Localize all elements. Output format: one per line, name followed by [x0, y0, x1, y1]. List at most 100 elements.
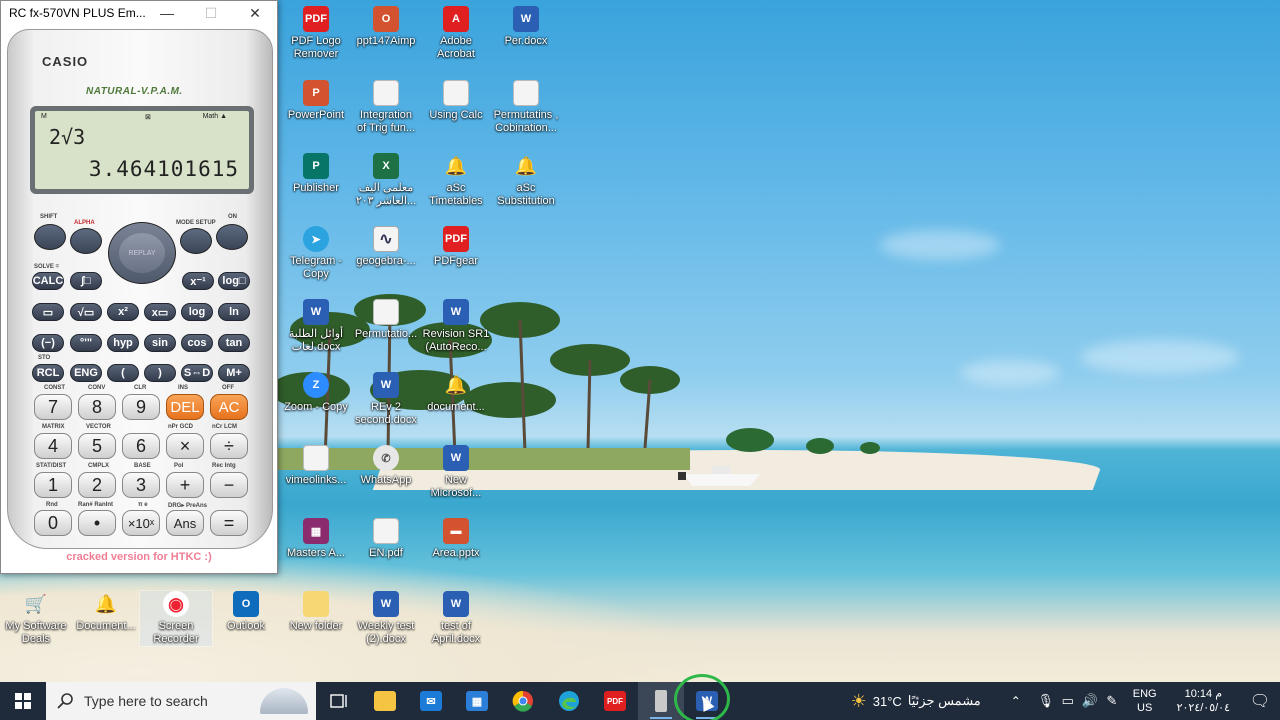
- desktop-icon[interactable]: New folder: [280, 591, 352, 633]
- logbase-button[interactable]: log□: [218, 272, 250, 290]
- key-7[interactable]: 7: [34, 394, 72, 420]
- desktop-icon[interactable]: PDF PDF Logo Remover: [280, 6, 352, 61]
- taskbar-pdfgear[interactable]: PDF: [592, 682, 638, 720]
- desktop-icon[interactable]: 🔔 Document...: [70, 591, 142, 633]
- tan-button[interactable]: tan: [218, 334, 250, 352]
- left-paren-button[interactable]: (: [107, 364, 139, 382]
- desktop-icon[interactable]: 🔔 aSc Timetables: [420, 153, 492, 208]
- key-9[interactable]: 9: [122, 394, 160, 420]
- ln-button[interactable]: ln: [218, 303, 250, 321]
- taskbar-edge[interactable]: [546, 682, 592, 720]
- cos-button[interactable]: cos: [181, 334, 213, 352]
- desktop-icon[interactable]: ➤ Telegram - Copy: [280, 226, 352, 281]
- desktop-icon[interactable]: P Publisher: [280, 153, 352, 195]
- key-1[interactable]: 1: [34, 472, 72, 498]
- desktop-icon[interactable]: O Outlook: [210, 591, 282, 633]
- power-button[interactable]: x▭: [144, 303, 176, 321]
- desktop-icon[interactable]: X معلمی الیف العاشر ٢٠٣...: [350, 153, 422, 208]
- mode-button[interactable]: [180, 228, 212, 254]
- desktop-icon[interactable]: EN.pdf: [350, 518, 422, 560]
- desktop-icon[interactable]: W أوائل الطلبة لغات.docx: [280, 299, 352, 354]
- weather-widget[interactable]: ☀ 31°C مشمس جزئيًا: [851, 691, 981, 712]
- key-8[interactable]: 8: [78, 394, 116, 420]
- desktop-icon[interactable]: A Adobe Acrobat: [420, 6, 492, 61]
- calculator-window[interactable]: RC fx-570VN PLUS Em... — ☐ ✕ CASIO NATUR…: [0, 0, 278, 574]
- desktop-icon[interactable]: W REv 2 second.docx: [350, 372, 422, 427]
- calculator-titlebar[interactable]: RC fx-570VN PLUS Em... — ☐ ✕: [1, 1, 277, 25]
- search-input[interactable]: [84, 693, 254, 709]
- desktop-icon[interactable]: W Weekly test (2).docx: [350, 591, 422, 646]
- speaker-icon[interactable]: 🔊: [1079, 693, 1101, 709]
- desktop-icon[interactable]: vimeolinks...: [280, 445, 352, 487]
- desktop-icon[interactable]: Using Calc: [420, 80, 492, 122]
- ans-button[interactable]: Ans: [166, 510, 204, 536]
- key-6[interactable]: 6: [122, 433, 160, 459]
- desktop-icon[interactable]: ✆ WhatsApp: [350, 445, 422, 487]
- notification-icon[interactable]: 🗨: [1240, 691, 1280, 711]
- desktop-icon[interactable]: ▬ Area.pptx: [420, 518, 492, 560]
- start-button[interactable]: [0, 682, 46, 720]
- shift-button[interactable]: [34, 224, 66, 250]
- show-hidden-icons-icon[interactable]: ⌃: [1005, 694, 1027, 708]
- desktop-icon[interactable]: Integration of Trig fun...: [350, 80, 422, 135]
- minimize-button[interactable]: —: [145, 1, 189, 25]
- desktop-icon[interactable]: 🔔 document...: [420, 372, 492, 414]
- taskbar-mail[interactable]: ✉: [408, 682, 454, 720]
- add-button[interactable]: +: [166, 472, 204, 498]
- mplus-button[interactable]: M+: [218, 364, 250, 382]
- key-2[interactable]: 2: [78, 472, 116, 498]
- key-0[interactable]: 0: [34, 510, 72, 536]
- degree-button[interactable]: °'": [70, 334, 102, 352]
- integral-button[interactable]: ∫□: [70, 272, 102, 290]
- key-5[interactable]: 5: [78, 433, 116, 459]
- clock[interactable]: 10:14 م ٢٠٢٤/٠٥/٠٤: [1177, 687, 1230, 715]
- taskbar-store[interactable]: ▦: [454, 682, 500, 720]
- desktop-icon[interactable]: PDF PDFgear: [420, 226, 492, 268]
- right-paren-button[interactable]: ): [144, 364, 176, 382]
- close-button[interactable]: ✕: [233, 1, 277, 25]
- desktop-icon[interactable]: ∿ geogebra-...: [350, 226, 422, 268]
- subtract-button[interactable]: −: [210, 472, 248, 498]
- taskbar-search[interactable]: [46, 682, 316, 720]
- desktop-icon[interactable]: ◉ Screen Recorder: [139, 590, 213, 647]
- desktop-icon[interactable]: 🛒 My Software Deals: [0, 591, 72, 646]
- log-button[interactable]: log: [181, 303, 213, 321]
- taskbar-chrome[interactable]: [500, 682, 546, 720]
- pen-icon[interactable]: ✎: [1101, 693, 1123, 709]
- hyp-button[interactable]: hyp: [107, 334, 139, 352]
- rcl-button[interactable]: RCL: [32, 364, 64, 382]
- taskbar-file-explorer[interactable]: [362, 682, 408, 720]
- fraction-button[interactable]: ▭: [32, 303, 64, 321]
- sqrt-button[interactable]: √▭: [70, 303, 102, 321]
- input-language[interactable]: ENG US: [1133, 687, 1157, 715]
- desktop-icon[interactable]: ▦ Masters A...: [280, 518, 352, 560]
- desktop-icon[interactable]: P PowerPoint: [280, 80, 352, 122]
- desktop-icon[interactable]: W Per.docx: [490, 6, 562, 48]
- multiply-button[interactable]: ×: [166, 433, 204, 459]
- alpha-button[interactable]: [70, 228, 102, 254]
- eng-button[interactable]: ENG: [70, 364, 102, 382]
- microphone-icon[interactable]: 🎙: [1035, 693, 1057, 709]
- decimal-button[interactable]: •: [78, 510, 116, 536]
- key-3[interactable]: 3: [122, 472, 160, 498]
- desktop-icon[interactable]: 🔔 aSc Substitution: [490, 153, 562, 208]
- sin-button[interactable]: sin: [144, 334, 176, 352]
- equals-button[interactable]: =: [210, 510, 248, 536]
- exponent-button[interactable]: ×10ˣ: [122, 510, 160, 536]
- calc-button[interactable]: CALC: [32, 272, 64, 290]
- inverse-button[interactable]: x⁻¹: [182, 272, 214, 290]
- square-button[interactable]: x²: [107, 303, 139, 321]
- replay-pad[interactable]: REPLAY: [108, 222, 176, 284]
- divide-button[interactable]: ÷: [210, 433, 248, 459]
- desktop-icon[interactable]: W Revision SR1 (AutoReco...: [420, 299, 492, 354]
- desktop-icon[interactable]: Z Zoom - Copy: [280, 372, 352, 414]
- desktop-icon[interactable]: Oppt147Aimp: [350, 6, 422, 48]
- on-button[interactable]: [216, 224, 248, 250]
- desktop-icon[interactable]: W New Microsof...: [420, 445, 492, 500]
- negative-button[interactable]: (−): [32, 334, 64, 352]
- del-button[interactable]: DEL: [166, 394, 204, 420]
- maximize-button[interactable]: ☐: [189, 1, 233, 25]
- desktop-icon[interactable]: Permutatio...: [350, 299, 422, 341]
- sd-button[interactable]: S⇔D: [181, 364, 213, 382]
- desktop-icon[interactable]: Permutatins , Cobination...: [490, 80, 562, 135]
